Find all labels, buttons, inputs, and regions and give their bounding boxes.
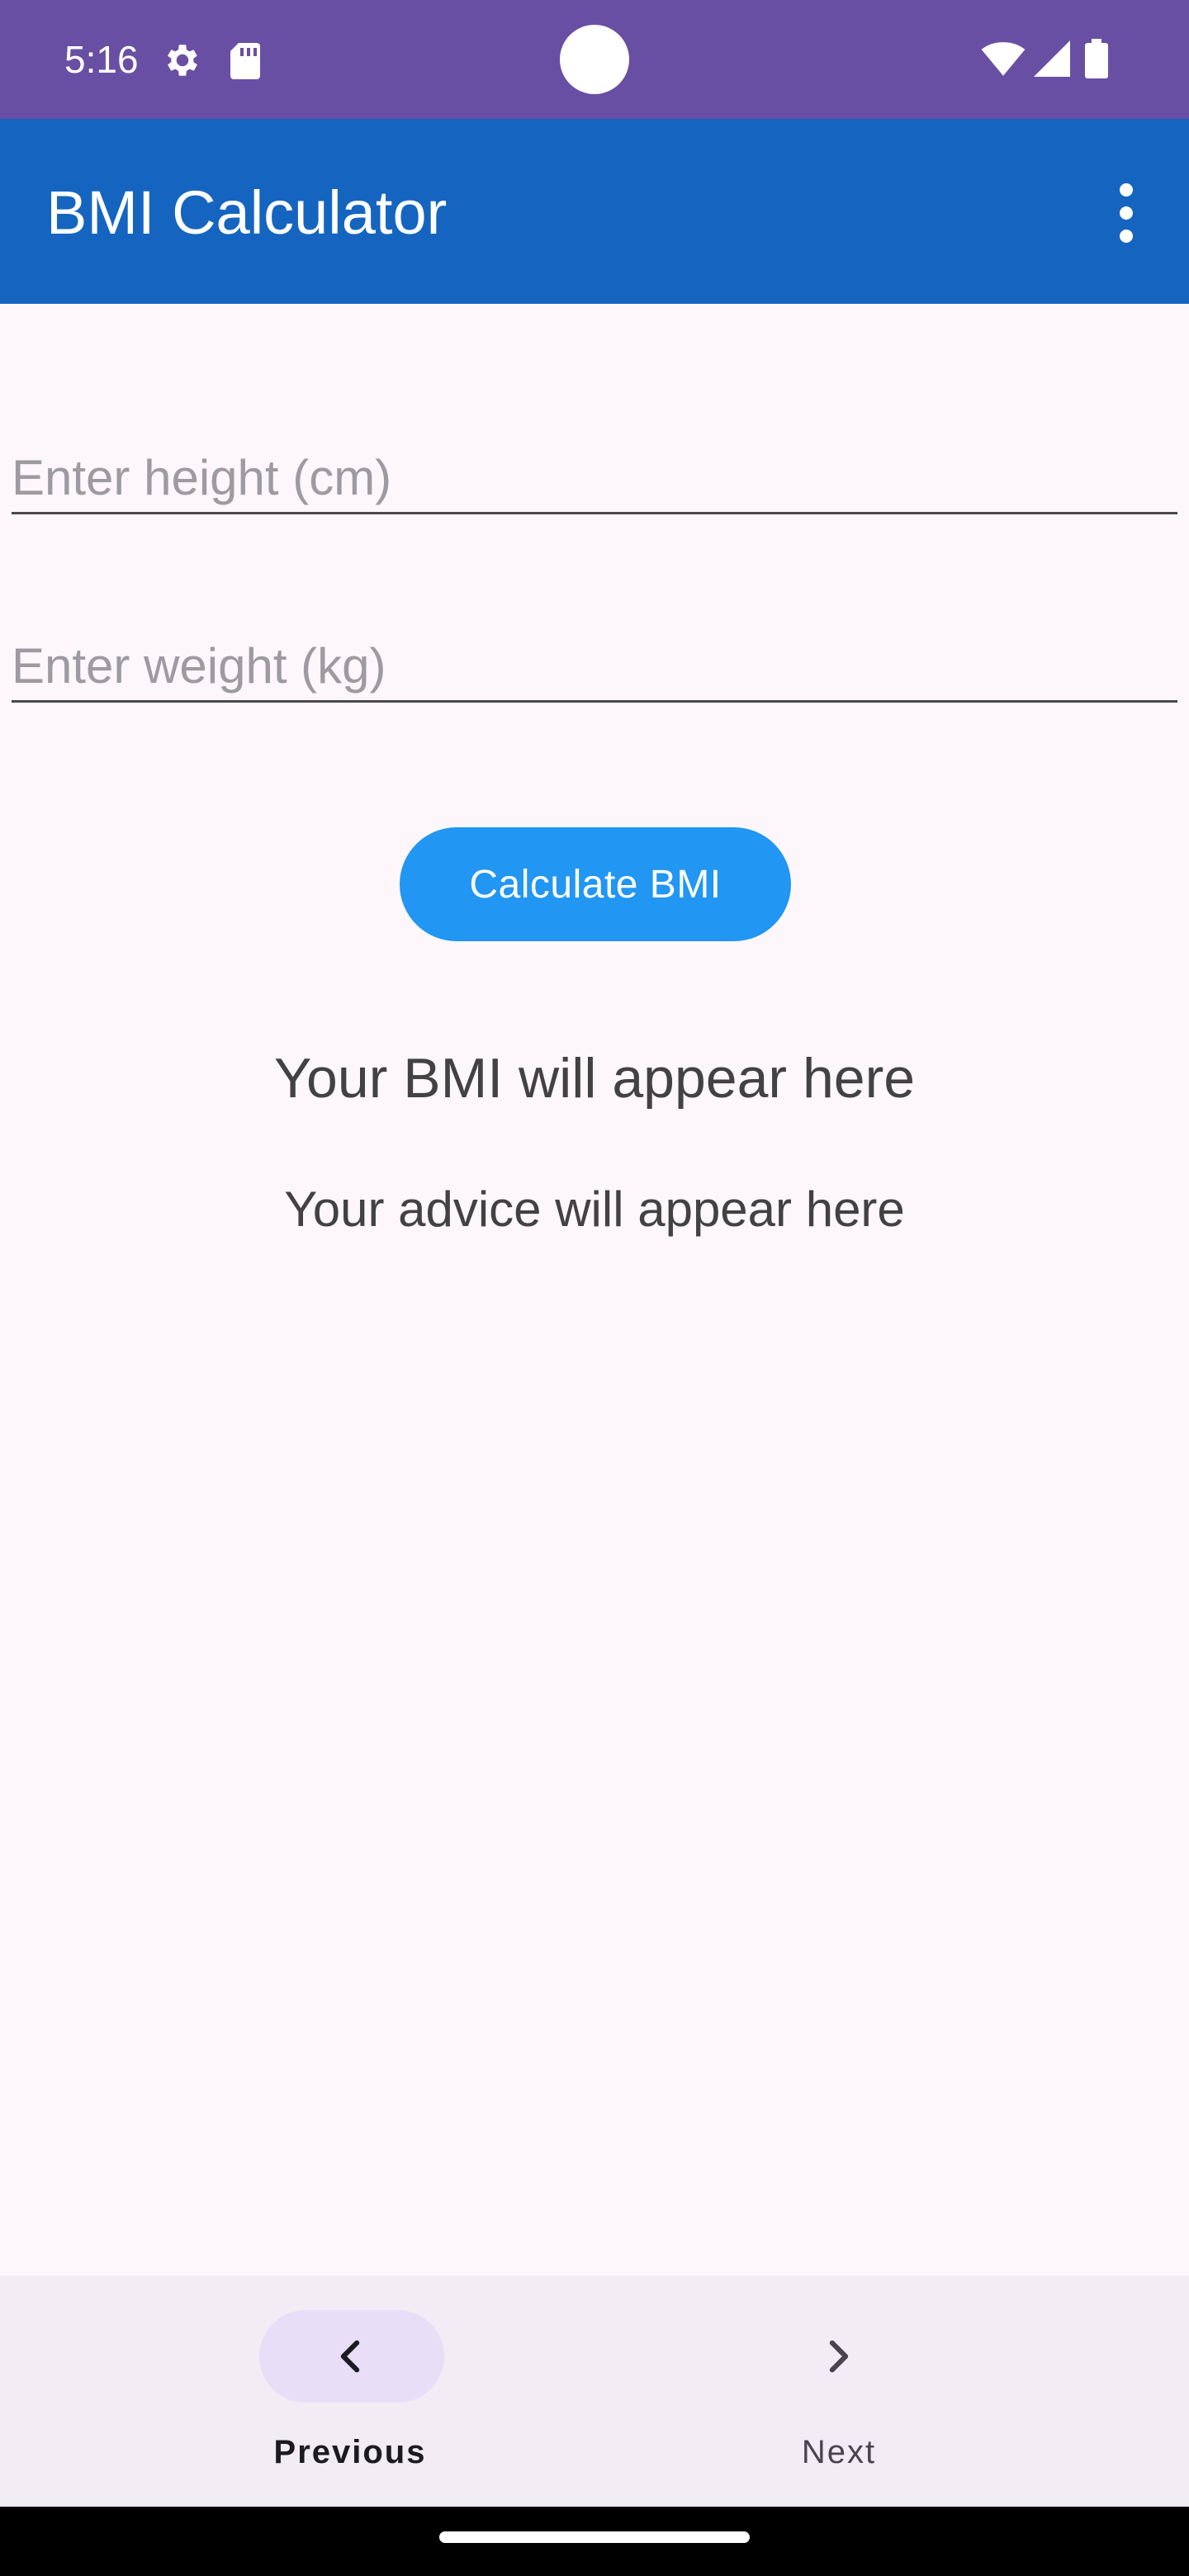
overflow-menu-icon[interactable] bbox=[1103, 180, 1149, 246]
nav-previous[interactable]: Previous bbox=[193, 2275, 507, 2507]
app-title: BMI Calculator bbox=[46, 178, 448, 247]
app-bar: BMI Calculator bbox=[0, 119, 1189, 304]
weight-field[interactable] bbox=[12, 634, 1177, 703]
calculate-bmi-button[interactable]: Calculate BMI bbox=[400, 827, 791, 941]
home-gesture-handle[interactable] bbox=[439, 2531, 750, 2543]
cell-signal-icon bbox=[1034, 40, 1070, 77]
height-field[interactable] bbox=[12, 446, 1177, 514]
status-time: 5:16 bbox=[64, 38, 139, 81]
bmi-result-text: Your BMI will appear here bbox=[273, 1047, 916, 1110]
advice-result-text: Your advice will appear here bbox=[284, 1181, 905, 1237]
height-input[interactable] bbox=[12, 446, 1177, 509]
dark-mode-icon[interactable] bbox=[964, 177, 1034, 246]
nav-next[interactable]: Next bbox=[682, 2275, 996, 2507]
chevron-left-icon bbox=[340, 2340, 360, 2373]
nav-previous-label: Previous bbox=[273, 2434, 427, 2470]
gear-icon bbox=[168, 45, 197, 76]
wifi-icon bbox=[981, 42, 1026, 76]
battery-icon bbox=[1085, 39, 1108, 78]
camera-cutout bbox=[560, 25, 629, 94]
nav-next-label: Next bbox=[801, 2434, 877, 2470]
status-bar: 5:16 bbox=[0, 0, 1189, 119]
gesture-navigation-bar bbox=[0, 2507, 1189, 2576]
weight-input[interactable] bbox=[12, 634, 1177, 697]
chevron-right-icon bbox=[829, 2340, 849, 2373]
bottom-navigation: Previous Next bbox=[0, 2275, 1189, 2507]
sd-card-icon bbox=[230, 43, 260, 79]
